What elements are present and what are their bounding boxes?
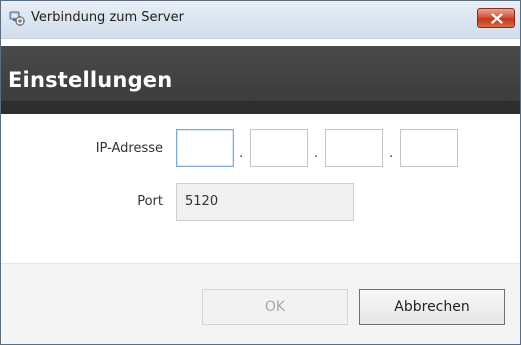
ip-octet-2-input[interactable] <box>250 129 308 167</box>
window-title: Verbindung zum Server <box>31 10 184 25</box>
cancel-button[interactable]: Abbrechen <box>359 289 505 325</box>
ip-octet-4-input[interactable] <box>400 129 458 167</box>
dialog-window: Verbindung zum Server Einstellungen IP-A… <box>0 0 521 345</box>
close-button[interactable] <box>477 8 515 28</box>
ip-separator: . <box>389 146 394 161</box>
port-field[interactable]: 5120 <box>176 183 354 221</box>
ip-octet-1-input[interactable] <box>176 129 234 167</box>
ip-separator: . <box>239 146 244 161</box>
port-label: Port <box>137 194 163 209</box>
title-bar[interactable]: Verbindung zum Server <box>1 1 520 39</box>
server-connection-icon <box>9 10 25 26</box>
ip-separator: . <box>314 146 319 161</box>
ip-address-label: IP-Adresse <box>95 141 163 156</box>
ip-octet-3-input[interactable] <box>325 129 383 167</box>
header-stripe <box>1 101 520 114</box>
close-icon <box>491 13 503 24</box>
settings-header: Einstellungen <box>1 46 520 114</box>
page-title: Einstellungen <box>8 68 173 92</box>
ok-button[interactable]: OK <box>202 289 348 325</box>
